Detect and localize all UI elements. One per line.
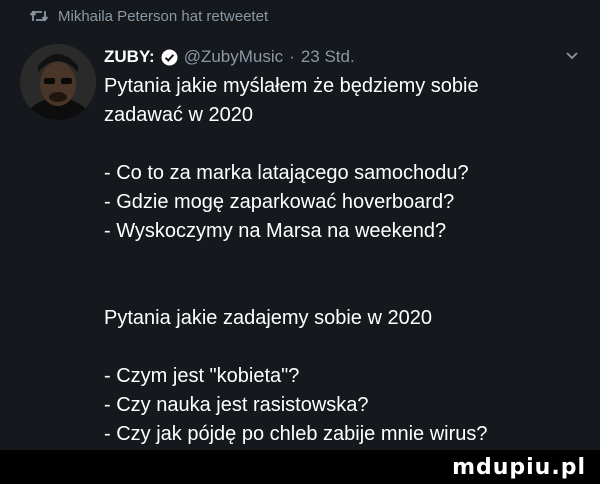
tweet-line: - Co to za marka latającego samochodu?	[104, 162, 469, 184]
watermark-logo: mdupiu.pl	[452, 455, 586, 480]
verified-badge-icon	[161, 49, 178, 66]
author-name[interactable]: ZUBY:	[104, 47, 155, 67]
retweet-indicator: Mikhaila Peterson hat retweetet	[30, 4, 268, 28]
avatar[interactable]	[20, 44, 96, 120]
tweet-line: - Czy nauka jest rasistowska?	[104, 394, 369, 416]
tweet-line: Pytania jakie zadajemy sobie w 2020	[104, 307, 432, 329]
tweet-line: - Czym jest "kobieta"?	[104, 365, 300, 387]
watermark-bar: mdupiu.pl	[0, 450, 600, 484]
retweet-text[interactable]: Mikhaila Peterson hat retweetet	[58, 8, 268, 25]
tweet-line: Pytania jakie myślałem że będziemy sobie	[104, 75, 479, 97]
chevron-down-icon[interactable]	[564, 47, 580, 68]
retweet-icon	[30, 9, 48, 23]
separator-dot: ·	[289, 47, 295, 66]
tweet-line: - Wyskoczymy na Marsa na weekend?	[104, 220, 447, 242]
author-handle[interactable]: @ZubyMusic	[184, 47, 283, 67]
tweet-header: ZUBY: @ZubyMusic · 23 Std.	[104, 44, 580, 70]
tweet-line: - Gdzie mogę zaparkować hoverboard?	[104, 191, 455, 213]
tweet-line: zadawać w 2020	[104, 104, 253, 126]
tweet-line: - Czy jak pójdę po chleb zabije mnie wir…	[104, 423, 488, 445]
tweet-timestamp[interactable]: 23 Std.	[301, 47, 355, 67]
tweet-body: Pytania jakie myślałem że będziemy sobie…	[104, 72, 584, 449]
